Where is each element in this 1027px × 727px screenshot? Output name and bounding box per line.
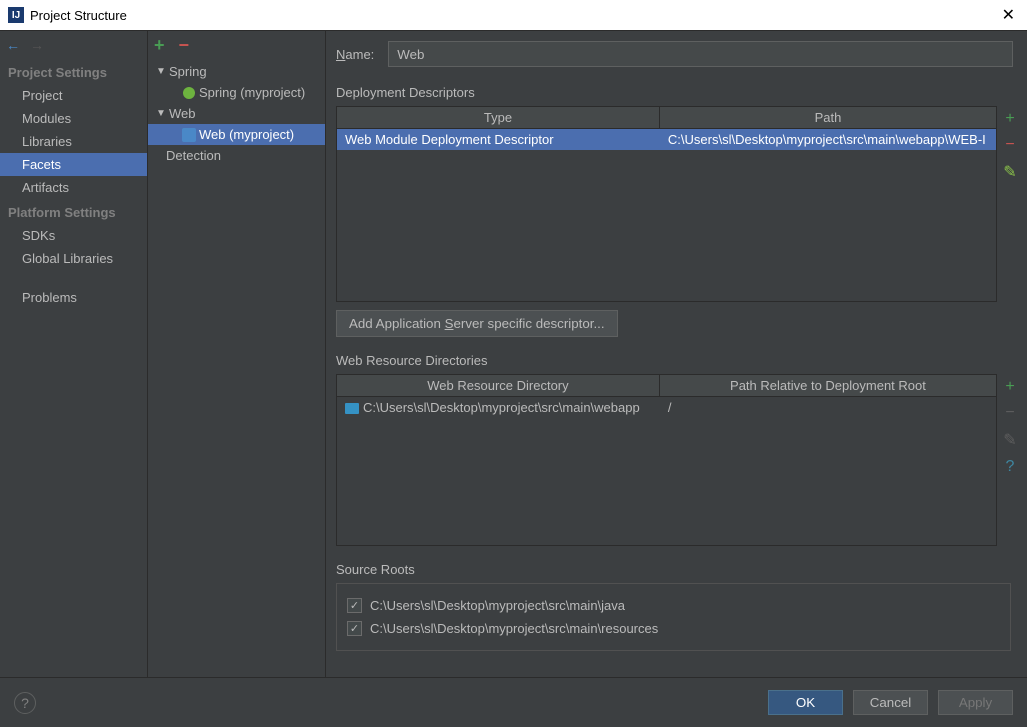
facets-tree-panel: + − ▼ Spring Spring (myproject) ▼ Web (148, 31, 326, 677)
remove-descriptor-icon[interactable]: − (1005, 136, 1014, 154)
checkbox-icon[interactable]: ✓ (347, 621, 362, 636)
cell-path: C:\Users\sl\Desktop\myproject\src\main\w… (660, 129, 996, 150)
close-icon[interactable]: ✕ (998, 5, 1019, 25)
tree-label: Spring (169, 64, 207, 79)
sidebar-item-modules[interactable]: Modules (0, 107, 147, 130)
tree-node-spring[interactable]: ▼ Spring (148, 61, 325, 82)
web-resource-directories-heading: Web Resource Directories (336, 353, 1023, 368)
add-facet-icon[interactable]: + (154, 35, 165, 56)
sidebar-item-artifacts[interactable]: Artifacts (0, 176, 147, 199)
folder-icon (345, 403, 359, 414)
left-sidebar: ← → Project Settings Project Modules Lib… (0, 31, 148, 677)
expand-icon[interactable]: ▼ (156, 108, 166, 119)
cell-rel: / (660, 397, 996, 418)
window-title: Project Structure (30, 8, 127, 23)
tree-label: Detection (166, 148, 221, 163)
sidebar-item-global-libraries[interactable]: Global Libraries (0, 247, 147, 270)
name-label: Name: (336, 47, 374, 62)
cancel-button[interactable]: Cancel (853, 690, 928, 715)
source-roots-box: ✓ C:\Users\sl\Desktop\myproject\src\main… (336, 583, 1011, 651)
checkbox-icon[interactable]: ✓ (347, 598, 362, 613)
edit-descriptor-icon[interactable]: ✎ (1003, 162, 1016, 182)
apply-button[interactable]: Apply (938, 690, 1013, 715)
spring-icon (182, 86, 196, 100)
nav-back-icon[interactable]: ← (6, 37, 20, 53)
remove-facet-icon[interactable]: − (179, 35, 190, 56)
sidebar-item-libraries[interactable]: Libraries (0, 130, 147, 153)
nav-forward-icon[interactable]: → (30, 37, 44, 53)
cell-dir: C:\Users\sl\Desktop\myproject\src\main\w… (337, 397, 660, 418)
sidebar-item-sdks[interactable]: SDKs (0, 224, 147, 247)
web-icon (182, 128, 196, 142)
tree-label: Web (myproject) (199, 127, 294, 142)
add-server-descriptor-button[interactable]: Add Application Server specific descript… (336, 310, 618, 337)
table-row[interactable]: Web Module Deployment Descriptor C:\User… (337, 129, 996, 150)
web-resource-directories-table[interactable]: Web Resource Directory Path Relative to … (336, 374, 997, 546)
remove-webres-icon[interactable]: − (1005, 404, 1014, 422)
edit-webres-icon[interactable]: ✎ (1003, 430, 1016, 450)
facet-details-panel: Name: Deployment Descriptors Type Path W… (326, 31, 1027, 677)
tree-node-spring-child[interactable]: Spring (myproject) (148, 82, 325, 103)
source-root-path: C:\Users\sl\Desktop\myproject\src\main\r… (370, 621, 658, 636)
titlebar: IJ Project Structure ✕ (0, 0, 1027, 30)
sidebar-heading-platform-settings: Platform Settings (0, 199, 147, 224)
sidebar-item-facets[interactable]: Facets (0, 153, 147, 176)
tree-node-web-child[interactable]: Web (myproject) (148, 124, 325, 145)
col-path: Path (660, 107, 996, 128)
sidebar-heading-project-settings: Project Settings (0, 59, 147, 84)
add-webres-icon[interactable]: + (1005, 378, 1014, 396)
col-path-relative: Path Relative to Deployment Root (660, 375, 996, 396)
help-webres-icon[interactable]: ? (1006, 458, 1015, 476)
source-root-checkbox[interactable]: ✓ C:\Users\sl\Desktop\myproject\src\main… (347, 594, 1000, 617)
source-root-checkbox[interactable]: ✓ C:\Users\sl\Desktop\myproject\src\main… (347, 617, 1000, 640)
col-web-resource-dir: Web Resource Directory (337, 375, 660, 396)
tree-label: Web (169, 106, 196, 121)
dialog-footer: ? OK Cancel Apply (0, 677, 1027, 727)
source-root-path: C:\Users\sl\Desktop\myproject\src\main\j… (370, 598, 625, 613)
sidebar-item-problems[interactable]: Problems (0, 286, 147, 309)
add-descriptor-icon[interactable]: + (1005, 110, 1014, 128)
sidebar-item-project[interactable]: Project (0, 84, 147, 107)
col-type: Type (337, 107, 660, 128)
tree-node-detection[interactable]: Detection (148, 145, 325, 166)
expand-icon[interactable]: ▼ (156, 66, 166, 77)
help-icon[interactable]: ? (14, 692, 36, 714)
ok-button[interactable]: OK (768, 690, 843, 715)
tree-node-web[interactable]: ▼ Web (148, 103, 325, 124)
table-row[interactable]: C:\Users\sl\Desktop\myproject\src\main\w… (337, 397, 996, 418)
tree-label: Spring (myproject) (199, 85, 305, 100)
app-icon: IJ (8, 7, 24, 23)
deployment-descriptors-table[interactable]: Type Path Web Module Deployment Descript… (336, 106, 997, 302)
deployment-descriptors-heading: Deployment Descriptors (336, 85, 1023, 100)
facet-name-input[interactable] (388, 41, 1013, 67)
cell-type: Web Module Deployment Descriptor (337, 129, 660, 150)
source-roots-heading: Source Roots (336, 562, 1023, 577)
